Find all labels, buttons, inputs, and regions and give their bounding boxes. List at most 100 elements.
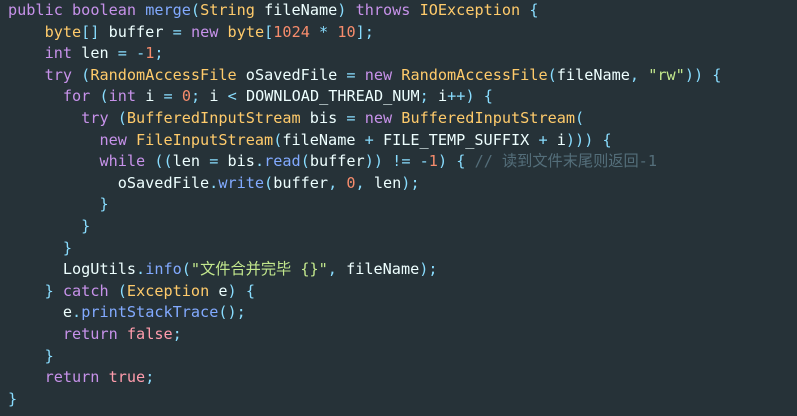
paren: ( bbox=[190, 1, 201, 19]
variable: e bbox=[218, 281, 228, 300]
code-line-16: return false; bbox=[0, 324, 797, 346]
operator: = bbox=[346, 65, 356, 84]
paren: ( bbox=[181, 260, 191, 279]
code-line-18: return true; bbox=[0, 367, 797, 389]
keyword: new bbox=[364, 108, 393, 127]
paren: ) bbox=[227, 281, 237, 300]
code-line-6: try (BufferedInputStream bis = new Buffe… bbox=[0, 108, 797, 130]
variable: buffer bbox=[108, 22, 164, 41]
paren: ( bbox=[117, 108, 127, 127]
keyword: for bbox=[62, 87, 91, 106]
operator: = bbox=[209, 152, 219, 171]
code-line-10: } bbox=[0, 194, 797, 216]
type-name: BufferedInputStream bbox=[401, 108, 576, 127]
brace: } bbox=[44, 346, 54, 365]
type-name: FileInputStream bbox=[136, 130, 274, 149]
keyword: catch bbox=[62, 281, 109, 300]
comma: , bbox=[327, 260, 337, 279]
keyword: new bbox=[190, 22, 219, 41]
comma: , bbox=[629, 65, 640, 84]
constant: DOWNLOAD_THREAD_NUM bbox=[245, 87, 420, 106]
variable: i bbox=[437, 87, 448, 106]
code-editor[interactable]: public boolean merge(String fileName) th… bbox=[0, 0, 797, 416]
constant: FILE_TEMP_SUFFIX bbox=[382, 130, 530, 149]
brace: } bbox=[8, 389, 18, 408]
paren: ( bbox=[81, 65, 91, 84]
type-name: RandomAccessFile bbox=[90, 65, 237, 84]
comment: // 读到文件末尾则返回-1 bbox=[474, 152, 657, 171]
operator: = bbox=[163, 87, 173, 106]
method-name: merge bbox=[145, 1, 191, 19]
brace: { bbox=[602, 130, 612, 149]
variable: bis bbox=[227, 152, 255, 171]
semicolon: ; bbox=[145, 368, 155, 387]
paren: ); bbox=[401, 173, 420, 192]
string-literal: "rw" bbox=[648, 65, 685, 84]
semicolon: ; bbox=[419, 87, 429, 106]
variable: oSavedFile bbox=[117, 173, 210, 192]
operator: ++ bbox=[447, 87, 466, 106]
code-line-15: e.printStackTrace(); bbox=[0, 302, 797, 324]
number: 1 bbox=[428, 152, 438, 171]
variable: len bbox=[373, 173, 402, 192]
paren: )) bbox=[684, 65, 704, 84]
bracket: [ bbox=[264, 22, 274, 41]
keyword: try bbox=[44, 65, 73, 84]
paren: (); bbox=[218, 303, 246, 322]
method-name: printStackTrace bbox=[81, 303, 219, 322]
brace: } bbox=[62, 238, 73, 257]
keyword: try bbox=[81, 108, 109, 127]
variable: buffer bbox=[273, 173, 329, 192]
code-line-17: } bbox=[0, 346, 797, 368]
variable: bis bbox=[309, 108, 338, 127]
number: 0 bbox=[346, 173, 356, 192]
string-literal: "文件合并完毕 {}" bbox=[190, 260, 328, 279]
code-line-11: } bbox=[0, 216, 797, 238]
variable: e bbox=[62, 303, 73, 322]
type-name: IOException bbox=[419, 1, 521, 19]
brace: { bbox=[529, 1, 539, 19]
paren: ( bbox=[547, 65, 557, 84]
comma: , bbox=[355, 173, 365, 192]
code-line-5: for (int i = 0; i < DOWNLOAD_THREAD_NUM;… bbox=[0, 86, 797, 108]
paren: ( bbox=[117, 281, 127, 300]
operator: - bbox=[136, 44, 146, 63]
paren: ) bbox=[437, 152, 448, 171]
code-line-2: byte[] buffer = new byte[1024 * 10]; bbox=[0, 22, 797, 44]
type-name: String bbox=[200, 1, 255, 19]
semicolon: ; bbox=[191, 87, 201, 106]
code-line-8: while ((len = bis.read(buffer)) != -1) {… bbox=[0, 151, 797, 173]
method-name: read bbox=[264, 152, 301, 171]
variable: fileName bbox=[282, 130, 356, 149]
keyword: return bbox=[62, 324, 118, 343]
paren: ( bbox=[99, 87, 109, 106]
brace: } bbox=[99, 195, 109, 214]
brace: } bbox=[81, 216, 91, 235]
variable: buffer bbox=[309, 152, 365, 171]
param-name: fileName bbox=[264, 1, 338, 19]
paren: ( bbox=[264, 173, 274, 192]
operator: + bbox=[364, 130, 374, 149]
number: 1024 bbox=[273, 22, 310, 41]
variable: fileName bbox=[346, 260, 420, 279]
keyword: int bbox=[44, 44, 73, 63]
paren: ))) bbox=[565, 130, 594, 149]
type-name: byte bbox=[227, 22, 265, 41]
bracket: ]; bbox=[355, 22, 374, 41]
variable: i bbox=[556, 130, 566, 149]
operator: = bbox=[346, 108, 356, 127]
dot: . bbox=[72, 303, 82, 322]
method-name: write bbox=[218, 173, 265, 192]
variable: oSavedFile bbox=[245, 65, 338, 84]
paren: ( bbox=[300, 152, 310, 171]
operator: * bbox=[319, 22, 329, 41]
variable: i bbox=[145, 87, 155, 106]
boolean-literal: false bbox=[126, 324, 173, 343]
paren: ( bbox=[273, 130, 283, 149]
paren: )) bbox=[364, 152, 384, 171]
dot: . bbox=[136, 260, 146, 279]
comma: , bbox=[328, 173, 338, 192]
keyword: while bbox=[99, 152, 146, 171]
operator: - bbox=[419, 152, 429, 171]
boolean-literal: true bbox=[108, 368, 146, 387]
